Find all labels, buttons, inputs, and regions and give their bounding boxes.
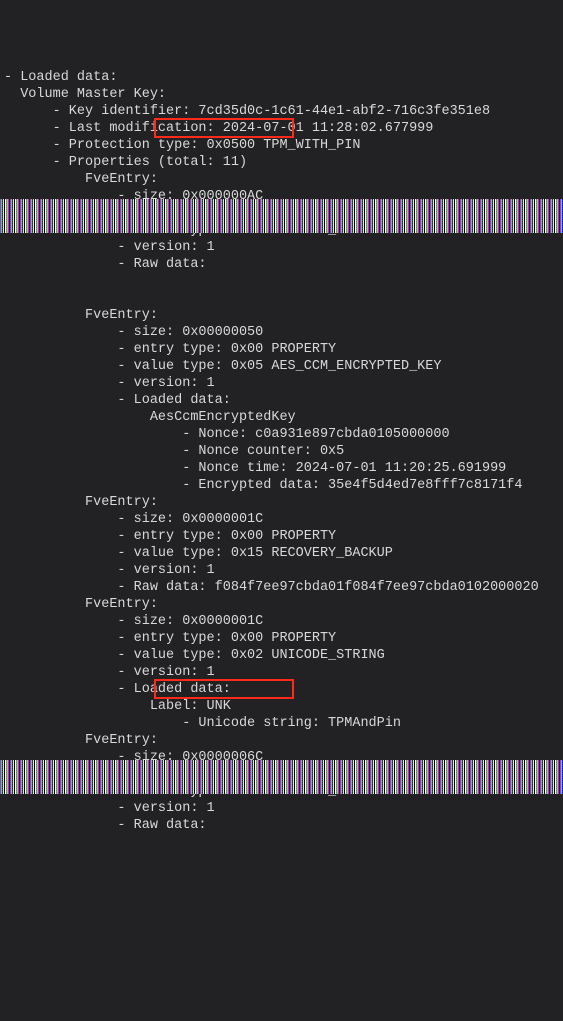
highlight-box-1	[154, 118, 294, 138]
noise-occlusion-1	[0, 199, 563, 233]
highlight-box-2	[154, 679, 294, 699]
terminal-output: - Loaded data: Volume Master Key: - Key …	[0, 68, 563, 834]
noise-occlusion-2	[0, 760, 563, 794]
